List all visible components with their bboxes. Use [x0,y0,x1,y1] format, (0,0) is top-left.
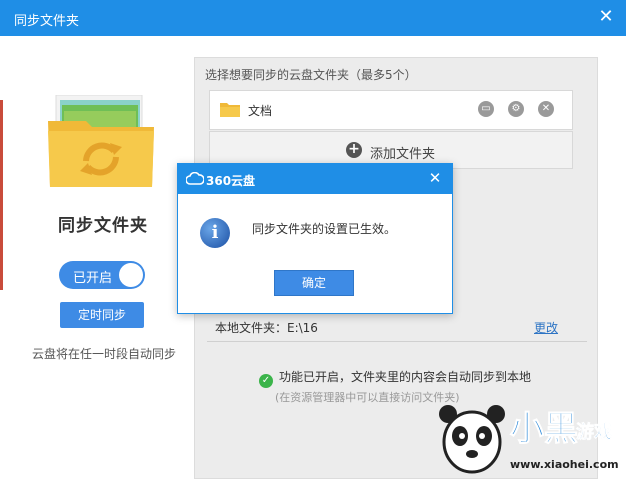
close-icon[interactable]: ✕ [596,7,616,27]
dialog-close-icon[interactable]: ✕ [426,169,444,187]
divider [207,341,587,342]
change-folder-link[interactable]: 更改 [534,319,558,336]
gear-icon[interactable]: ⚙ [508,101,524,117]
toggle-label: 已开启 [73,271,113,286]
left-note: 云盘将在任一时段自动同步 [32,347,177,361]
check-icon: ✓ [259,374,273,388]
folder-list-item[interactable]: 文档 ▭ ⚙ ✕ [209,90,573,130]
plus-icon: + [346,142,362,158]
dialog-title: 360云盘 [206,174,256,188]
sync-toggle[interactable]: 已开启 [59,261,145,289]
dialog-titlebar: 360云盘 ✕ [178,164,452,194]
left-title: 同步文件夹 [58,216,148,236]
svg-text:www.xiaohei.com: www.xiaohei.com [510,458,619,471]
remove-icon[interactable]: ✕ [538,101,554,117]
folder-icon [220,103,240,117]
info-icon: i [200,218,230,248]
svg-text:小黑: 小黑 [510,409,578,449]
toggle-knob [119,263,143,287]
window-title: 同步文件夹 [14,14,80,29]
ok-button[interactable]: 确定 [274,270,354,296]
panel-header: 选择想要同步的云盘文件夹（最多5个） [205,68,417,82]
background-window-edge [0,100,3,290]
sync-folder-icon [48,95,154,187]
cloud-icon [186,172,204,185]
window-titlebar: 同步文件夹 ✕ [0,0,626,36]
svg-text:游戏: 游戏 [576,421,612,443]
watermark-logo: 小黑 游戏 www.xiaohei.com [439,405,619,474]
open-folder-icon[interactable]: ▭ [478,101,494,117]
dialog-message: 同步文件夹的设置已生效。 [252,222,397,236]
schedule-sync-button[interactable]: 定时同步 [60,302,144,328]
folder-name: 文档 [248,104,273,118]
local-folder-path: 本地文件夹：E:\16 [215,321,318,335]
info-dialog: 360云盘 ✕ i 同步文件夹的设置已生效。 确定 [177,163,453,314]
add-folder-label: 添加文件夹 [370,147,436,162]
